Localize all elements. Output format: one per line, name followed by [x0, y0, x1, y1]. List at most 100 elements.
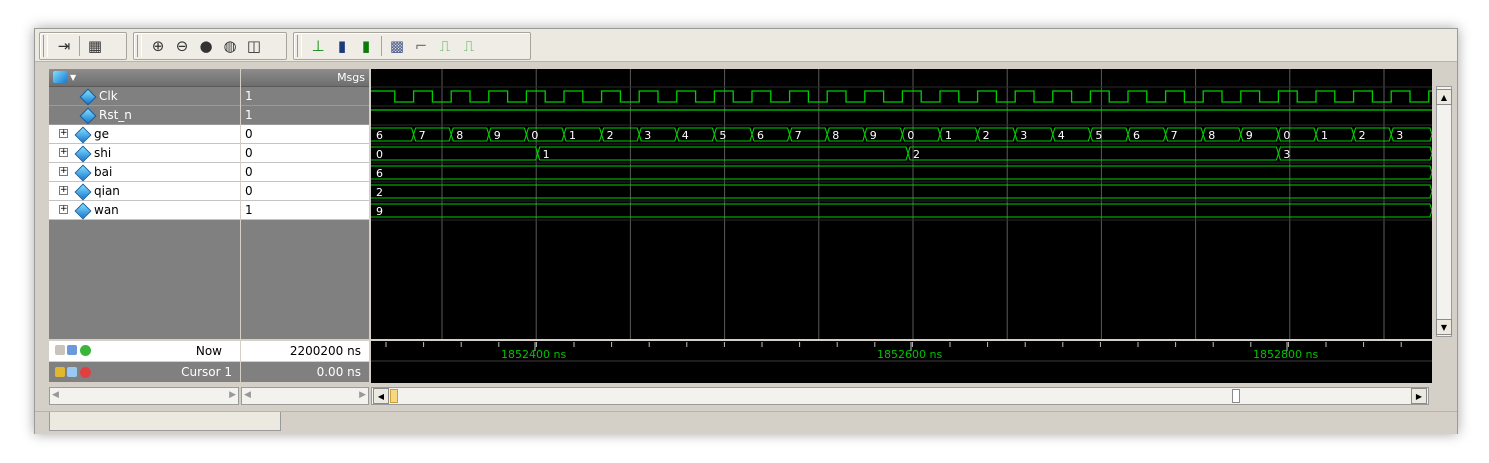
signal-value-row-shi[interactable]: 0 — [241, 144, 369, 163]
ge-label: 2 — [607, 129, 614, 142]
chevron-down-icon[interactable]: ▼ — [70, 69, 76, 86]
waveform-window: ⇥ ▦ ⊕ ⊖ ● ◍ ◫ ⊥ ▮ ▮ ▩ ⌐ ⎍ ⎍ ▼ Clk Rst_n … — [34, 28, 1489, 434]
add-cursor-icon[interactable] — [55, 345, 65, 355]
signal-row-bai[interactable]: + bai — [49, 163, 240, 182]
scroll-right-button[interactable]: ▶ — [1411, 388, 1427, 404]
ge-label: 5 — [1095, 129, 1102, 142]
status-names: Now Cursor 1 — [49, 341, 240, 383]
insert-cursor-icon[interactable]: ⇥ — [53, 35, 75, 57]
scroll-right-icon[interactable]: ▶ — [359, 390, 366, 400]
step-wave-icon[interactable]: ⌐ — [410, 35, 432, 57]
signal-value-row-bai[interactable]: 0 — [241, 163, 369, 182]
cursor-label: Cursor 1 — [181, 365, 232, 379]
wrench-icon[interactable] — [67, 367, 77, 377]
names-hscroll[interactable]: ◀ ▶ — [49, 387, 239, 405]
toolbar-grip[interactable] — [43, 35, 48, 57]
vertical-scroll-track[interactable] — [1436, 86, 1452, 337]
signal-row-clk[interactable]: Clk — [49, 87, 240, 106]
scroll-left-icon[interactable]: ◀ — [244, 390, 251, 400]
toolbar-grip[interactable] — [297, 35, 302, 57]
signal-row-qian[interactable]: + qian — [49, 182, 240, 201]
values-header: Msgs — [241, 69, 369, 87]
pulse-icon[interactable]: ⎍ — [434, 35, 456, 57]
signal-name: Rst_n — [99, 108, 132, 122]
wave-tab[interactable] — [49, 412, 281, 431]
now-label: Now — [195, 344, 222, 358]
wave-hscroll[interactable]: ◀ ▶ — [371, 387, 1429, 405]
ge-label: 8 — [456, 129, 463, 142]
ge-label: 5 — [719, 129, 726, 142]
signal-row-shi[interactable]: + shi — [49, 144, 240, 163]
plus-circle-icon[interactable] — [80, 345, 91, 356]
vertical-scrollbar[interactable]: ▲ ▼ — [1433, 69, 1455, 339]
signal-value-row-ge[interactable]: 0 — [241, 125, 369, 144]
now-row: Now — [49, 341, 240, 361]
expand-icon[interactable]: + — [59, 167, 68, 176]
scroll-right-icon[interactable]: ▶ — [229, 390, 236, 400]
ge-label: 8 — [832, 129, 839, 142]
waveform-menu-icon[interactable] — [53, 71, 67, 83]
signal-name: ge — [94, 127, 109, 141]
expand-icon[interactable]: + — [59, 129, 68, 138]
zoom-cursor-icon[interactable]: ◍ — [219, 35, 241, 57]
toolbar-grip[interactable] — [137, 35, 142, 57]
scroll-up-button[interactable]: ▲ — [1436, 89, 1452, 105]
zoom-full-icon[interactable]: ● — [195, 35, 217, 57]
signal-values-panel: Msgs 1 1 0 0 0 0 1 — [241, 69, 369, 339]
signal-value-row-qian[interactable]: 0 — [241, 182, 369, 201]
values-hscroll[interactable]: ◀ ▶ — [241, 387, 369, 405]
wan-label: 9 — [376, 205, 383, 218]
cursor-value-cell: 0.00 ns — [241, 362, 369, 382]
bai-label: 6 — [376, 167, 383, 180]
names-header[interactable]: ▼ — [49, 69, 240, 87]
pulse2-icon[interactable]: ⎍ — [458, 35, 480, 57]
expand-icon[interactable]: + — [59, 205, 68, 214]
scroll-down-button[interactable]: ▼ — [1436, 319, 1452, 335]
signal-edge-icon[interactable]: ⊥ — [307, 35, 329, 57]
ge-label: 6 — [1133, 129, 1140, 142]
signal-row-rst_n[interactable]: Rst_n — [49, 106, 240, 125]
waveform-svg[interactable]: 6 7 8 9 0 1 2 3 4 5 6 7 8 9 0 1 2 3 4 5 6 7 8 9 0 1 2 30 1 2 3629 — [371, 69, 1489, 339]
ge-label: 6 — [757, 129, 764, 142]
toolbar-group-zoom: ⊕ ⊖ ● ◍ ◫ — [133, 32, 287, 60]
green-bar-icon[interactable]: ▮ — [355, 35, 377, 57]
signal-value-row-wan[interactable]: 1 — [241, 201, 369, 220]
signal-value-row-rst_n[interactable]: 1 — [241, 106, 369, 125]
ge-label: 3 — [1396, 129, 1403, 142]
bar-icon[interactable]: ▮ — [331, 35, 353, 57]
ge-label: 4 — [1058, 129, 1065, 142]
edit-cursor-icon[interactable] — [67, 345, 77, 355]
expand-icon[interactable]: + — [59, 148, 68, 157]
zoom-out-icon[interactable]: ⊖ — [171, 35, 193, 57]
tree-icon[interactable]: ▦ — [84, 35, 106, 57]
zoom-region-icon[interactable]: ◫ — [243, 35, 265, 57]
scroll-marker[interactable] — [1232, 389, 1240, 403]
signal-value: 0 — [245, 165, 253, 179]
signal-row-ge[interactable]: + ge — [49, 125, 240, 144]
scroll-left-button[interactable]: ◀ — [373, 388, 389, 404]
remove-circle-icon[interactable] — [80, 367, 91, 378]
timeline[interactable]: 1852400 ns 1852600 ns 1852800 ns — [371, 341, 1432, 383]
waveform-area[interactable]: 67890123456789012345678901230123629 — [371, 69, 1489, 339]
timeline-label: 1852400 ns — [501, 348, 566, 361]
scroll-thumb[interactable] — [390, 389, 398, 403]
timeline-svg[interactable]: 1852400 ns 1852600 ns 1852800 ns — [371, 341, 1432, 383]
qian-label: 2 — [376, 186, 383, 199]
signal-row-wan[interactable]: + wan — [49, 201, 240, 220]
ge-label: 2 — [1359, 129, 1366, 142]
lock-icon[interactable] — [55, 367, 65, 377]
signal-value: 0 — [245, 184, 253, 198]
shi-segment — [537, 146, 909, 161]
ge-label: 3 — [644, 129, 651, 142]
expand-icon[interactable]: + — [59, 186, 68, 195]
dotted-grid-icon[interactable]: ▩ — [386, 35, 408, 57]
shi-segment — [1277, 146, 1433, 161]
scroll-left-icon[interactable]: ◀ — [52, 390, 59, 400]
bai-segment — [371, 165, 1433, 180]
signal-value-row-clk[interactable]: 1 — [241, 87, 369, 106]
zoom-in-icon[interactable]: ⊕ — [147, 35, 169, 57]
signal-diamond-icon — [74, 126, 92, 144]
now-value: 2200200 ns — [289, 344, 361, 358]
shi-label: 3 — [1283, 148, 1290, 161]
toolbar-separator — [79, 36, 80, 56]
